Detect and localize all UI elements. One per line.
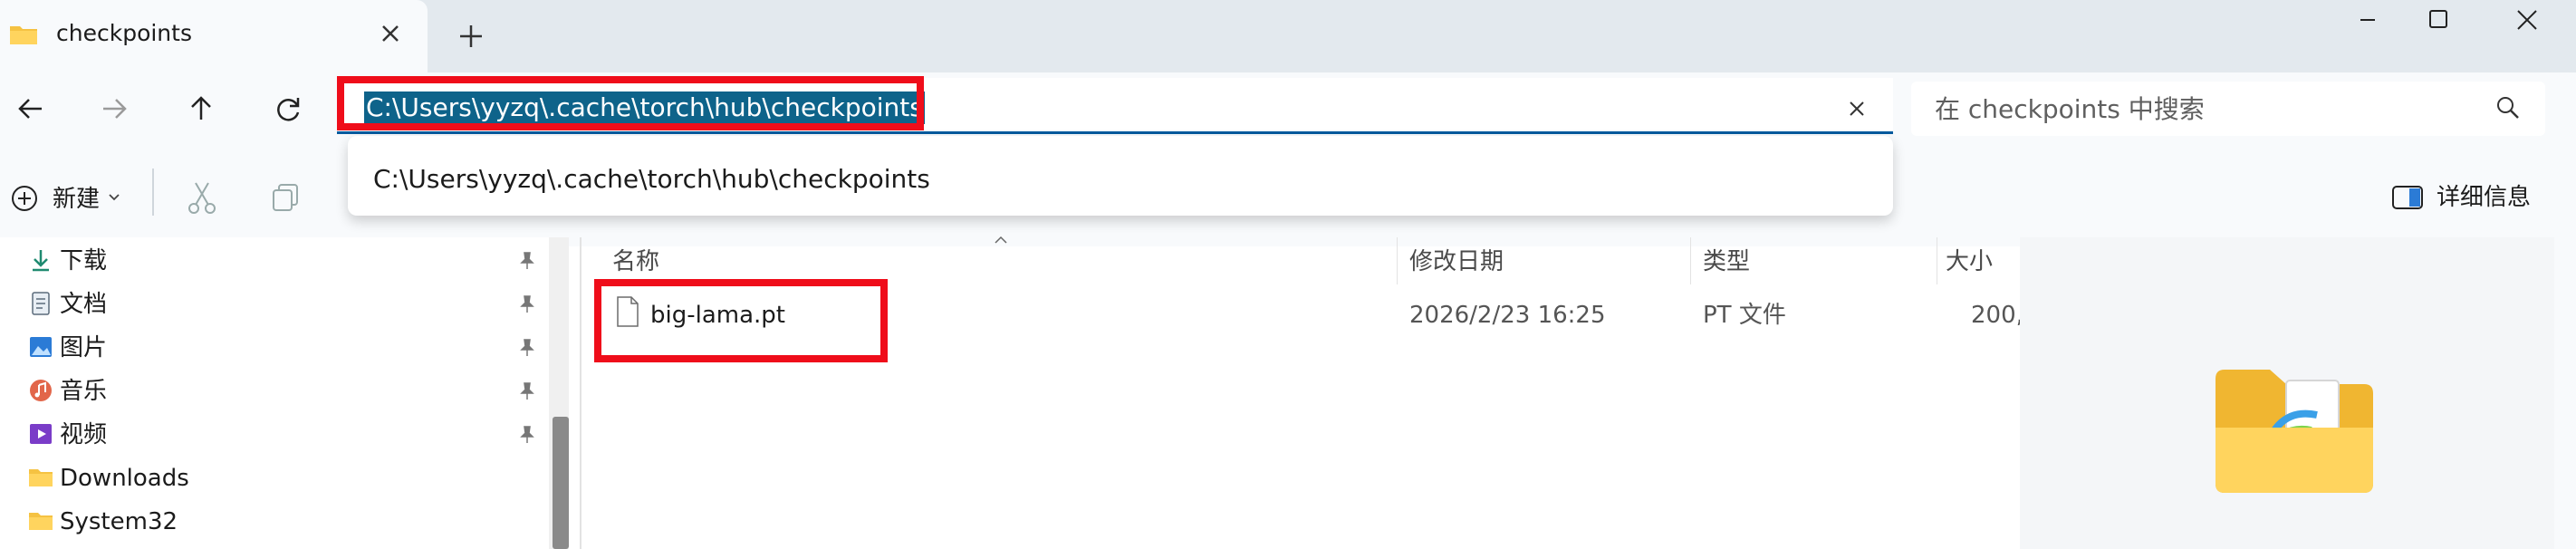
back-button[interactable] xyxy=(5,83,56,134)
sidebar-item-label: Downloads xyxy=(60,465,189,492)
close-window-button[interactable] xyxy=(2478,0,2576,40)
forward-button[interactable] xyxy=(89,83,139,134)
search-input[interactable]: 在 checkpoints 中搜索 xyxy=(1935,93,2205,126)
sidebar-item-label: 视频 xyxy=(60,421,108,448)
refresh-button[interactable] xyxy=(263,83,313,134)
sidebar-item-downloads[interactable]: Downloads xyxy=(0,457,556,500)
file-modified: 2026/2/23 16:25 xyxy=(1409,302,1606,329)
column-header-modified[interactable]: 修改日期 xyxy=(1409,246,1504,277)
download-icon xyxy=(33,250,49,272)
copy-icon[interactable] xyxy=(270,181,303,214)
pin-icon[interactable] xyxy=(516,294,538,315)
window-scrollbar[interactable] xyxy=(2554,72,2576,549)
pin-icon[interactable] xyxy=(516,250,538,272)
sidebar-item-system32[interactable]: System32 xyxy=(0,500,556,544)
tab-close-icon[interactable] xyxy=(373,16,408,51)
sidebar-item-label: 下载 xyxy=(60,247,108,274)
address-suggestion-item[interactable]: C:\Users\yyzq\.cache\torch\hub\checkpoin… xyxy=(373,163,930,196)
maximize-button[interactable] xyxy=(2389,0,2487,40)
new-tab-button[interactable] xyxy=(451,16,491,56)
sidebar-item-label: 文档 xyxy=(60,291,108,318)
file-size: 200, xyxy=(1971,302,2022,329)
folder-icon xyxy=(29,469,53,486)
pin-icon[interactable] xyxy=(516,424,538,446)
sidebar-item-label: 音乐 xyxy=(60,378,108,405)
pin-icon[interactable] xyxy=(516,337,538,359)
pin-icon[interactable] xyxy=(516,380,538,402)
folder-icon xyxy=(29,513,53,530)
clear-icon[interactable] xyxy=(1839,91,1875,127)
sidebar-item-pictures[interactable]: 图片 xyxy=(0,326,556,370)
cut-icon[interactable] xyxy=(185,179,219,216)
tab-title: checkpoints xyxy=(56,20,192,46)
divider xyxy=(152,169,154,216)
sidebar-item-videos[interactable]: 视频 xyxy=(0,413,556,457)
sidebar-item-music[interactable]: 音乐 xyxy=(0,370,556,413)
pane-divider[interactable] xyxy=(580,237,582,549)
music-icon xyxy=(30,380,52,401)
sidebar-item-documents[interactable]: 文档 xyxy=(0,283,556,326)
sidebar-item-downloads-cn[interactable]: 下载 xyxy=(0,239,556,283)
column-divider[interactable] xyxy=(1690,237,1691,284)
up-button[interactable] xyxy=(176,83,226,134)
search-icon[interactable] xyxy=(2494,94,2522,121)
column-header-size[interactable]: 大小 xyxy=(1946,246,1993,277)
video-icon xyxy=(30,424,52,444)
document-icon xyxy=(32,292,50,315)
column-header-row xyxy=(582,237,2018,283)
sort-arrow-icon xyxy=(995,236,1007,244)
sidebar-scrollbar-thumb[interactable] xyxy=(553,417,569,549)
new-button[interactable]: 新建 xyxy=(53,183,100,216)
sidebar-item-label: System32 xyxy=(60,508,178,535)
details-pane-icon[interactable] xyxy=(2391,185,2424,210)
column-divider[interactable] xyxy=(1397,237,1398,284)
sidebar-item-label: 图片 xyxy=(60,334,108,361)
folder-icon xyxy=(10,26,37,44)
highlight-box-address xyxy=(337,76,924,130)
folder-preview-icon xyxy=(2216,370,2373,493)
highlight-box-file xyxy=(594,279,888,362)
column-header-name[interactable]: 名称 xyxy=(612,246,659,277)
details-button[interactable]: 详细信息 xyxy=(2437,181,2531,214)
file-type: PT 文件 xyxy=(1703,302,1786,329)
plus-circle-icon[interactable] xyxy=(9,183,40,214)
chevron-down-icon[interactable] xyxy=(107,190,121,205)
picture-icon xyxy=(30,337,52,357)
column-header-type[interactable]: 类型 xyxy=(1703,246,1750,277)
